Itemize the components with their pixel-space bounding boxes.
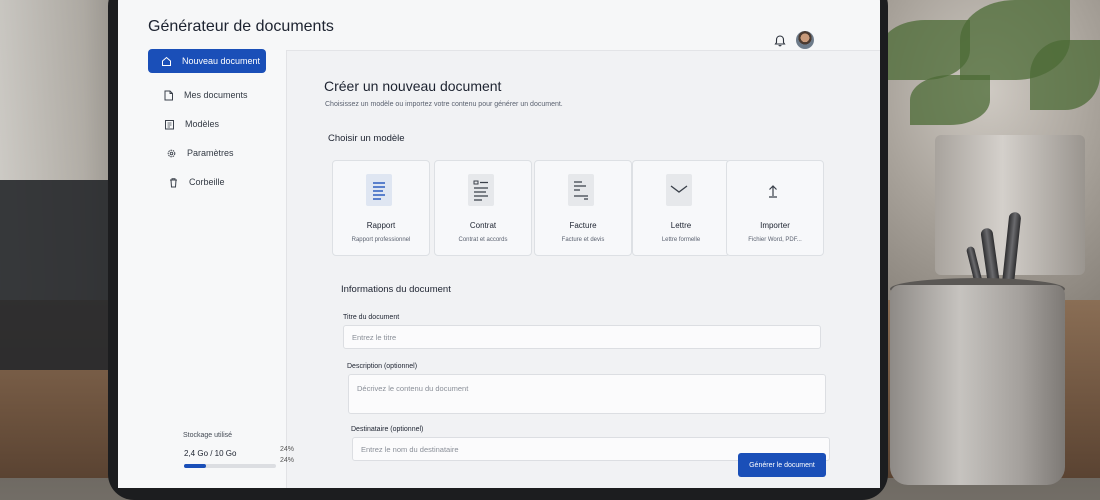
plant-leaf — [880, 20, 970, 80]
template-name: Lettre — [670, 221, 692, 230]
page-title: Créer un nouveau document — [324, 78, 502, 94]
storage-progress-bar — [184, 464, 276, 468]
generate-document-button[interactable]: Générer le document — [738, 453, 826, 477]
page-subtitle: Choisissez un modèle ou importez votre c… — [325, 101, 563, 108]
section-title-template: Choisir un modèle — [328, 133, 405, 144]
section-title-info: Informations du document — [341, 284, 451, 295]
template-desc: Lettre formelle — [661, 237, 701, 243]
storage-percent: 24% — [280, 446, 295, 453]
avatar[interactable] — [796, 31, 814, 49]
template-desc: Rapport professionnel — [351, 237, 411, 243]
home-icon — [158, 53, 174, 69]
title-input[interactable]: Entrez le titre — [343, 325, 821, 349]
template-card-lettre[interactable]: Lettre Lettre formelle — [632, 160, 730, 256]
storage-percent: 24% — [280, 457, 295, 464]
template-card-contrat[interactable]: Contrat Contrat et accords — [434, 160, 532, 256]
sidebar-item-label: Paramètres — [187, 148, 234, 158]
trash-icon — [165, 174, 181, 190]
sidebar-item-mes-documents[interactable]: Mes documents — [150, 83, 268, 107]
template-name: Contrat — [469, 221, 497, 230]
template-desc: Contrat et accords — [458, 237, 508, 243]
gear-icon — [163, 145, 179, 161]
recipient-label: Destinataire (optionnel) — [351, 426, 424, 433]
plant-leaf — [1030, 40, 1100, 110]
title-label: Titre du document — [343, 314, 400, 321]
app-title: Générateur de documents — [148, 18, 334, 35]
template-desc: Fichier Word, PDF... — [748, 237, 802, 243]
description-textarea[interactable]: Décrivez le contenu du document — [348, 374, 826, 414]
sidebar: Nouveau document Mes documents Modèles P… — [118, 49, 287, 488]
description-placeholder: Décrivez le contenu du document — [357, 384, 469, 393]
pencil-mug — [890, 285, 1065, 485]
document-icon — [160, 87, 176, 103]
template-name: Importer — [760, 221, 790, 230]
storage-label: Stockage utilisé — [183, 432, 233, 439]
template-name: Rapport — [366, 221, 396, 230]
sidebar-item-label: Nouveau document — [182, 56, 261, 66]
storage-progress-fill — [184, 464, 207, 468]
sidebar-item-label: Mes documents — [184, 90, 248, 100]
sidebar-item-label: Modèles — [185, 119, 220, 129]
plant-leaf — [910, 75, 990, 125]
recipient-placeholder: Entrez le nom du destinataire — [361, 444, 459, 454]
letter-icon — [666, 174, 692, 206]
laptop-screen: Générateur de documents Nouveau document… — [118, 0, 880, 488]
template-card-rapport[interactable]: Rapport Rapport professionnel — [332, 160, 430, 256]
sidebar-item-parametres[interactable]: Paramètres — [153, 141, 271, 165]
description-label: Description (optionnel) — [347, 363, 418, 370]
template-icon — [161, 116, 177, 132]
template-desc: Facture et devis — [561, 237, 605, 243]
app-header: Générateur de documents — [118, 0, 880, 51]
sidebar-item-corbeille[interactable]: Corbeille — [155, 170, 273, 194]
upload-icon — [760, 174, 786, 206]
bell-icon[interactable] — [773, 34, 787, 48]
template-name: Facture — [569, 221, 597, 230]
contract-icon — [468, 174, 494, 206]
sidebar-item-label: Corbeille — [189, 177, 225, 187]
storage-value: 2,4 Go / 10 Go — [184, 449, 237, 458]
template-card-facture[interactable]: Facture Facture et devis — [534, 160, 632, 256]
title-placeholder: Entrez le titre — [352, 332, 397, 342]
sidebar-item-nouveau-document[interactable]: Nouveau document — [148, 49, 266, 73]
report-icon — [366, 174, 392, 206]
invoice-icon — [568, 174, 594, 206]
template-card-importer[interactable]: Importer Fichier Word, PDF... — [726, 160, 824, 256]
sidebar-item-modeles[interactable]: Modèles — [151, 112, 269, 136]
